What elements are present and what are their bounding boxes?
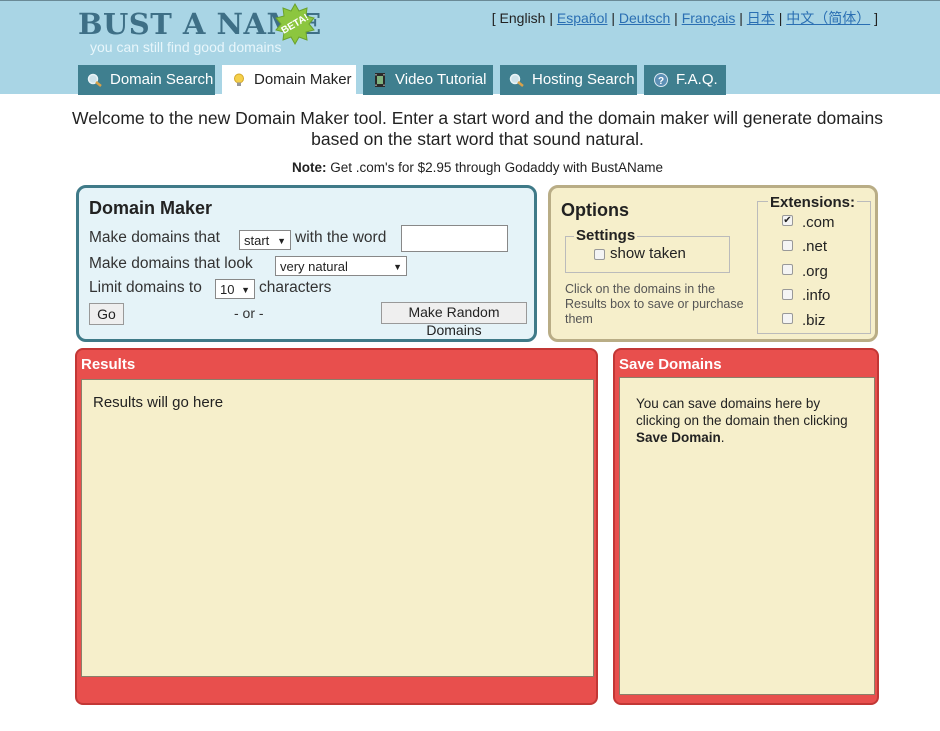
logo[interactable]: BUST A NAME you can still find good doma… [78,3,328,63]
show-taken-label: show taken [610,245,686,262]
lang-separator: | [611,10,616,26]
ext-com-label: .com [802,214,835,231]
settings-fieldset: Settings show taken [565,227,730,273]
save-domains-box[interactable]: You can save domains here by clicking on… [619,377,875,695]
svg-text:?: ? [658,76,664,87]
row1-prefix: Make domains that [89,229,220,246]
tab-domain-maker[interactable]: Domain Maker [222,65,356,95]
results-title: Results [81,356,136,373]
extensions-fieldset: Extensions: ✔ .com .net .org .info .biz [757,194,871,334]
results-placeholder: Results will go here [93,394,224,411]
ext-org-label: .org [802,263,828,280]
options-title: Options [561,200,629,220]
chevron-down-icon: ▼ [241,285,250,295]
chevron-down-icon: ▼ [393,262,402,272]
lang-close-bracket: ] [874,10,878,26]
language-switcher: [ English | Español | Deutsch | Français… [492,8,878,28]
lang-japanese[interactable]: 日本 [747,10,775,26]
row3-suffix: characters [259,279,332,296]
save-instructions-text: You can save domains here by clicking on… [636,396,848,428]
domain-maker-panel: Domain Maker Make domains that start ▼ w… [76,185,537,342]
note-text: Get .com's for $2.95 through Godaddy wit… [330,160,663,175]
tab-label: Hosting Search [532,71,635,88]
godaddy-note: Note: Get .com's for $2.95 through Godad… [0,160,940,175]
style-select[interactable]: very natural ▼ [275,256,407,276]
tab-label: F.A.Q. [676,71,718,88]
save-instructions-end: . [720,430,725,445]
length-select-value: 10 [220,282,235,297]
results-panel: Results Results will go here [75,348,598,705]
lang-spanish[interactable]: Español [557,10,608,26]
save-domains-panel: Save Domains You can save domains here b… [613,348,879,705]
lang-english[interactable]: English [500,10,546,26]
row2-prefix: Make domains that look [89,255,253,272]
ext-net-label: .net [802,238,828,255]
tab-hosting-search[interactable]: Hosting Search [500,65,637,95]
row3-prefix: Limit domains to [89,279,202,296]
ext-org-checkbox[interactable] [782,264,793,275]
position-select[interactable]: start ▼ [239,230,291,250]
or-separator: - or - [234,305,264,321]
save-domains-instructions: You can save domains here by clicking on… [636,395,864,446]
tab-label: Video Tutorial [395,71,487,88]
results-box[interactable]: Results will go here [81,379,594,677]
save-domain-bold: Save Domain [636,430,721,445]
film-icon [375,73,385,87]
show-taken-checkbox[interactable] [594,249,605,260]
lang-french[interactable]: Français [682,10,736,26]
options-hint: Click on the domains in the Results box … [565,282,744,326]
tab-faq[interactable]: ? F.A.Q. [644,65,726,95]
lang-open-bracket: [ [491,10,496,26]
ext-info-checkbox[interactable] [782,289,793,300]
ext-biz-label: .biz [802,312,826,329]
site-header: BUST A NAME you can still find good doma… [0,0,940,95]
length-select[interactable]: 10 ▼ [215,279,255,299]
magnifier-icon [509,73,524,87]
lang-german[interactable]: Deutsch [619,10,670,26]
tab-label: Domain Search [110,71,214,88]
options-panel: Options Settings show taken Click on the… [548,185,878,342]
lang-separator: | [778,10,783,26]
go-button[interactable]: Go [89,303,124,325]
ext-com-checkbox[interactable]: ✔ [782,215,793,226]
lang-separator: | [739,10,743,26]
lang-separator: | [549,10,553,26]
magnifier-icon [87,73,102,87]
lang-separator: | [674,10,678,26]
note-label: Note: [291,160,327,175]
ext-net-checkbox[interactable] [782,240,793,251]
tab-label: Domain Maker [254,71,352,88]
domain-maker-title: Domain Maker [89,198,213,218]
beta-badge-icon: BETA! [275,3,315,45]
logo-tagline: you can still find good domains [90,39,282,55]
ext-biz-checkbox[interactable] [782,313,793,324]
position-select-value: start [244,233,270,248]
random-domains-button[interactable]: Make Random Domains [381,302,527,338]
settings-legend: Settings [574,227,638,244]
lightbulb-icon [234,73,244,86]
style-select-value: very natural [280,259,348,274]
chevron-down-icon: ▼ [277,236,286,246]
tab-domain-search[interactable]: Domain Search [78,65,215,95]
save-domains-title: Save Domains [619,356,722,373]
help-icon: ? [654,73,668,87]
start-word-input[interactable] [401,225,508,252]
welcome-text: Welcome to the new Domain Maker tool. En… [72,108,883,149]
extensions-legend: Extensions: [768,194,858,211]
tab-video-tutorial[interactable]: Video Tutorial [363,65,493,95]
ext-info-label: .info [802,287,831,304]
lang-chinese[interactable]: 中文（简体） [786,10,870,26]
row1-suffix: with the word [295,229,387,246]
